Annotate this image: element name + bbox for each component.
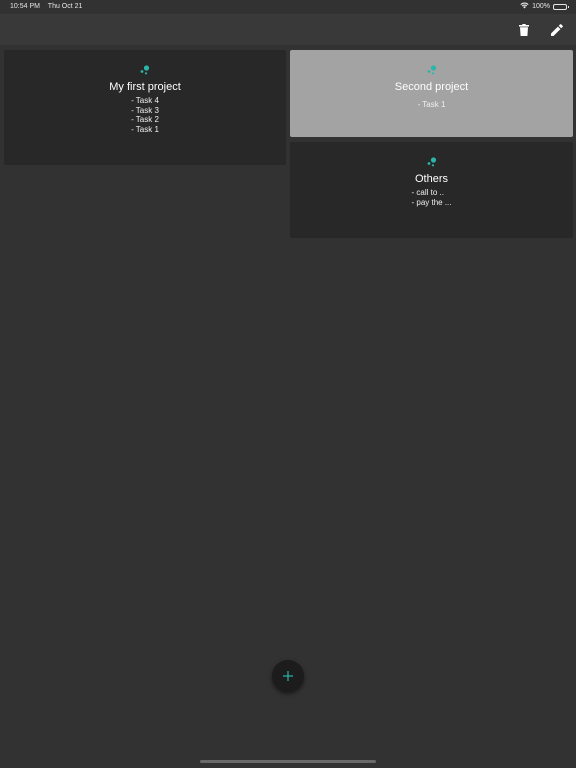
status-bar: 10:54 PM Thu Oct 21 100%	[0, 0, 576, 14]
task-list: - Task 4 - Task 3 - Task 2 - Task 1	[131, 96, 159, 134]
task-item: - Task 1	[417, 100, 446, 109]
delete-button[interactable]	[515, 21, 533, 39]
wifi-icon	[520, 2, 529, 11]
task-item: - Task 3	[131, 105, 159, 115]
molecule-icon	[427, 65, 436, 75]
project-card-others[interactable]: Others - call to .. - pay the ...	[290, 142, 573, 238]
home-indicator[interactable]	[200, 760, 376, 763]
project-card-my-first-project[interactable]: My first project - Task 4 - Task 3 - Tas…	[4, 50, 286, 165]
task-item: - Task 2	[131, 115, 159, 124]
battery-percent: 100%	[532, 3, 550, 10]
status-right: 100%	[520, 2, 569, 11]
add-project-button[interactable]	[272, 660, 304, 692]
battery-icon	[553, 3, 569, 10]
project-title: Others	[414, 173, 448, 185]
project-card-second-project[interactable]: Second project - Task 1	[290, 50, 573, 137]
project-title: My first project	[109, 81, 181, 93]
project-title: Second project	[394, 81, 469, 93]
task-list: - Task 1	[418, 100, 446, 110]
trash-icon	[519, 24, 529, 36]
edit-button[interactable]	[548, 21, 566, 39]
toolbar	[0, 14, 576, 45]
status-time: 10:54 PM	[10, 3, 40, 10]
task-list: - call to .. - pay the ...	[411, 188, 451, 207]
task-item: - Task 4	[131, 96, 159, 105]
status-date: Thu Oct 21	[47, 3, 83, 10]
molecule-icon	[427, 157, 436, 167]
pencil-icon	[551, 24, 563, 36]
task-item: - Task 1	[131, 124, 159, 134]
task-item: - pay the ...	[411, 197, 452, 207]
plus-icon	[283, 671, 293, 681]
molecule-icon	[140, 65, 150, 75]
status-left: 10:54 PM Thu Oct 21	[10, 3, 88, 10]
task-item: - call to ..	[411, 188, 444, 197]
